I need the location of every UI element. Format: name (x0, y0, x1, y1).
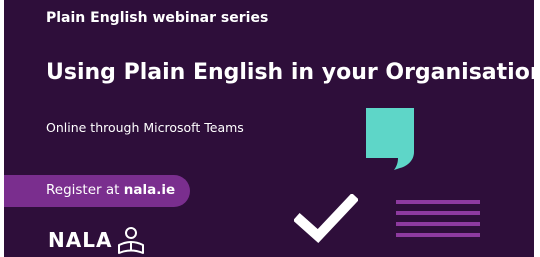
checkmark-icon (294, 194, 358, 243)
person-reading-icon (118, 227, 144, 254)
register-bar: Register at nala.ie (4, 175, 190, 207)
series-label: Plain English webinar series (46, 10, 269, 26)
nala-logo: NALA (48, 228, 113, 252)
speech-bubble-icon (366, 108, 414, 170)
webinar-title: Using Plain English in your Organisation (46, 60, 534, 85)
register-text: Register at nala.ie (46, 182, 175, 198)
text-lines-icon (396, 200, 480, 237)
register-link[interactable]: nala.ie (124, 182, 175, 198)
webinar-banner: Plain English webinar series Using Plain… (4, 0, 534, 257)
webinar-subtitle: Online through Microsoft Teams (46, 120, 244, 135)
register-prefix: Register at (46, 182, 124, 198)
